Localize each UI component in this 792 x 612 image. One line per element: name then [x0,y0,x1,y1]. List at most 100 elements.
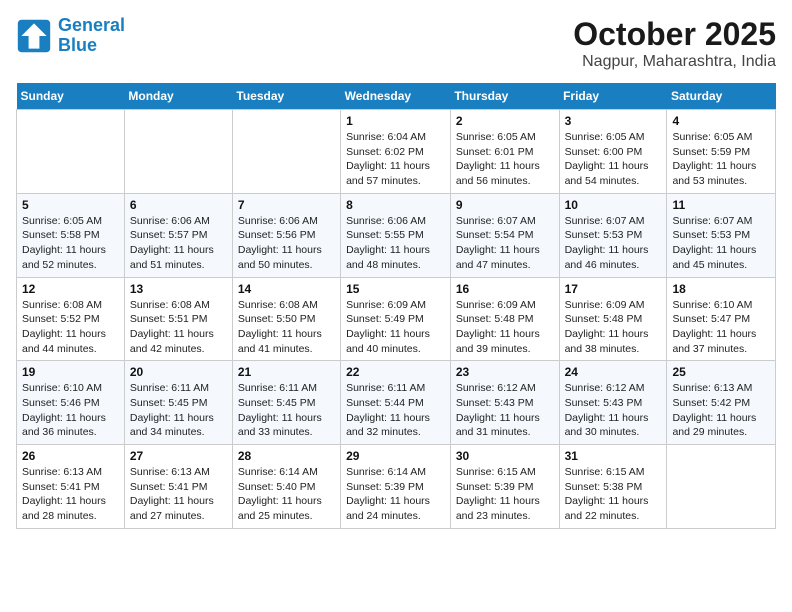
calendar-cell [232,110,340,194]
day-detail: Sunrise: 6:13 AM Sunset: 5:41 PM Dayligh… [130,465,227,524]
calendar-cell: 15 Sunrise: 6:09 AM Sunset: 5:49 PM Dayli… [341,277,451,361]
page-header: General Blue October 2025 Nagpur, Mahara… [16,16,776,71]
calendar-cell: 12 Sunrise: 6:08 AM Sunset: 5:52 PM Dayli… [17,277,125,361]
day-detail: Sunrise: 6:13 AM Sunset: 5:42 PM Dayligh… [672,381,770,440]
day-detail: Sunrise: 6:11 AM Sunset: 5:44 PM Dayligh… [346,381,445,440]
calendar-cell: 20 Sunrise: 6:11 AM Sunset: 5:45 PM Dayli… [124,361,232,445]
day-detail: Sunrise: 6:08 AM Sunset: 5:51 PM Dayligh… [130,298,227,357]
calendar-cell: 17 Sunrise: 6:09 AM Sunset: 5:48 PM Dayli… [559,277,667,361]
month-title: October 2025 [573,16,776,53]
calendar-week-row: 1Sunrise: 6:04 AM Sunset: 6:02 PM Daylig… [17,110,776,194]
day-detail: Sunrise: 6:05 AM Sunset: 6:01 PM Dayligh… [456,130,554,189]
calendar-week-row: 12 Sunrise: 6:08 AM Sunset: 5:52 PM Dayli… [17,277,776,361]
day-detail: Sunrise: 6:05 AM Sunset: 5:59 PM Dayligh… [672,130,770,189]
calendar-cell: 11 Sunrise: 6:07 AM Sunset: 5:53 PM Dayli… [667,193,776,277]
day-number: 18 [672,282,770,296]
title-block: October 2025 Nagpur, Maharashtra, India [573,16,776,71]
day-number: 14 [238,282,335,296]
logo: General Blue [16,16,125,56]
day-number: 12 [22,282,119,296]
calendar-cell: 26 Sunrise: 6:13 AM Sunset: 5:41 PM Dayli… [17,445,125,529]
weekday-label: Wednesday [341,83,451,110]
calendar-week-row: 26 Sunrise: 6:13 AM Sunset: 5:41 PM Dayli… [17,445,776,529]
day-detail: Sunrise: 6:07 AM Sunset: 5:54 PM Dayligh… [456,214,554,273]
calendar-cell: 23 Sunrise: 6:12 AM Sunset: 5:43 PM Dayli… [450,361,559,445]
day-number: 8 [346,198,445,212]
weekday-label: Saturday [667,83,776,110]
calendar-cell: 24Sunrise: 6:12 AM Sunset: 5:43 PM Dayli… [559,361,667,445]
day-number: 13 [130,282,227,296]
calendar-cell: 5 Sunrise: 6:05 AM Sunset: 5:58 PM Daylig… [17,193,125,277]
day-number: 7 [238,198,335,212]
calendar-cell: 25 Sunrise: 6:13 AM Sunset: 5:42 PM Dayli… [667,361,776,445]
day-number: 15 [346,282,445,296]
weekday-label: Friday [559,83,667,110]
day-detail: Sunrise: 6:07 AM Sunset: 5:53 PM Dayligh… [565,214,662,273]
calendar-cell [667,445,776,529]
calendar-cell: 1Sunrise: 6:04 AM Sunset: 6:02 PM Daylig… [341,110,451,194]
day-detail: Sunrise: 6:07 AM Sunset: 5:53 PM Dayligh… [672,214,770,273]
day-number: 24 [565,365,662,379]
day-number: 4 [672,114,770,128]
day-detail: Sunrise: 6:14 AM Sunset: 5:40 PM Dayligh… [238,465,335,524]
calendar-week-row: 19Sunrise: 6:10 AM Sunset: 5:46 PM Dayli… [17,361,776,445]
weekday-label: Monday [124,83,232,110]
weekday-label: Sunday [17,83,125,110]
day-number: 9 [456,198,554,212]
calendar-cell: 18Sunrise: 6:10 AM Sunset: 5:47 PM Dayli… [667,277,776,361]
day-detail: Sunrise: 6:05 AM Sunset: 5:58 PM Dayligh… [22,214,119,273]
calendar-cell: 27 Sunrise: 6:13 AM Sunset: 5:41 PM Dayli… [124,445,232,529]
calendar-cell: 14 Sunrise: 6:08 AM Sunset: 5:50 PM Dayli… [232,277,340,361]
day-number: 27 [130,449,227,463]
day-number: 2 [456,114,554,128]
day-detail: Sunrise: 6:11 AM Sunset: 5:45 PM Dayligh… [130,381,227,440]
day-number: 1 [346,114,445,128]
calendar-cell: 4 Sunrise: 6:05 AM Sunset: 5:59 PM Daylig… [667,110,776,194]
location: Nagpur, Maharashtra, India [573,53,776,71]
day-number: 21 [238,365,335,379]
weekday-label: Tuesday [232,83,340,110]
calendar-cell: 31Sunrise: 6:15 AM Sunset: 5:38 PM Dayli… [559,445,667,529]
calendar-cell: 22 Sunrise: 6:11 AM Sunset: 5:44 PM Dayli… [341,361,451,445]
day-number: 17 [565,282,662,296]
day-detail: Sunrise: 6:10 AM Sunset: 5:46 PM Dayligh… [22,381,119,440]
day-detail: Sunrise: 6:05 AM Sunset: 6:00 PM Dayligh… [565,130,662,189]
day-number: 25 [672,365,770,379]
calendar-cell: 29 Sunrise: 6:14 AM Sunset: 5:39 PM Dayli… [341,445,451,529]
calendar-cell: 21 Sunrise: 6:11 AM Sunset: 5:45 PM Dayli… [232,361,340,445]
day-detail: Sunrise: 6:12 AM Sunset: 5:43 PM Dayligh… [456,381,554,440]
logo-text: General Blue [58,16,125,56]
day-detail: Sunrise: 6:15 AM Sunset: 5:39 PM Dayligh… [456,465,554,524]
day-number: 26 [22,449,119,463]
day-number: 29 [346,449,445,463]
day-detail: Sunrise: 6:09 AM Sunset: 5:48 PM Dayligh… [565,298,662,357]
day-number: 22 [346,365,445,379]
day-detail: Sunrise: 6:13 AM Sunset: 5:41 PM Dayligh… [22,465,119,524]
day-number: 20 [130,365,227,379]
calendar-cell: 19Sunrise: 6:10 AM Sunset: 5:46 PM Dayli… [17,361,125,445]
calendar-cell: 6Sunrise: 6:06 AM Sunset: 5:57 PM Daylig… [124,193,232,277]
day-number: 23 [456,365,554,379]
day-detail: Sunrise: 6:11 AM Sunset: 5:45 PM Dayligh… [238,381,335,440]
day-detail: Sunrise: 6:08 AM Sunset: 5:50 PM Dayligh… [238,298,335,357]
day-number: 5 [22,198,119,212]
day-number: 10 [565,198,662,212]
calendar-cell [124,110,232,194]
day-detail: Sunrise: 6:06 AM Sunset: 5:56 PM Dayligh… [238,214,335,273]
calendar-week-row: 5 Sunrise: 6:05 AM Sunset: 5:58 PM Daylig… [17,193,776,277]
day-detail: Sunrise: 6:09 AM Sunset: 5:49 PM Dayligh… [346,298,445,357]
day-detail: Sunrise: 6:14 AM Sunset: 5:39 PM Dayligh… [346,465,445,524]
calendar-cell: 16Sunrise: 6:09 AM Sunset: 5:48 PM Dayli… [450,277,559,361]
day-detail: Sunrise: 6:08 AM Sunset: 5:52 PM Dayligh… [22,298,119,357]
day-number: 3 [565,114,662,128]
day-number: 28 [238,449,335,463]
calendar-cell: 13 Sunrise: 6:08 AM Sunset: 5:51 PM Dayli… [124,277,232,361]
calendar-body: 1Sunrise: 6:04 AM Sunset: 6:02 PM Daylig… [17,110,776,529]
calendar-cell [17,110,125,194]
calendar-cell: 28 Sunrise: 6:14 AM Sunset: 5:40 PM Dayli… [232,445,340,529]
calendar-cell: 2 Sunrise: 6:05 AM Sunset: 6:01 PM Daylig… [450,110,559,194]
day-number: 11 [672,198,770,212]
calendar-cell: 10 Sunrise: 6:07 AM Sunset: 5:53 PM Dayli… [559,193,667,277]
logo-icon [16,18,52,54]
calendar-cell: 9 Sunrise: 6:07 AM Sunset: 5:54 PM Daylig… [450,193,559,277]
